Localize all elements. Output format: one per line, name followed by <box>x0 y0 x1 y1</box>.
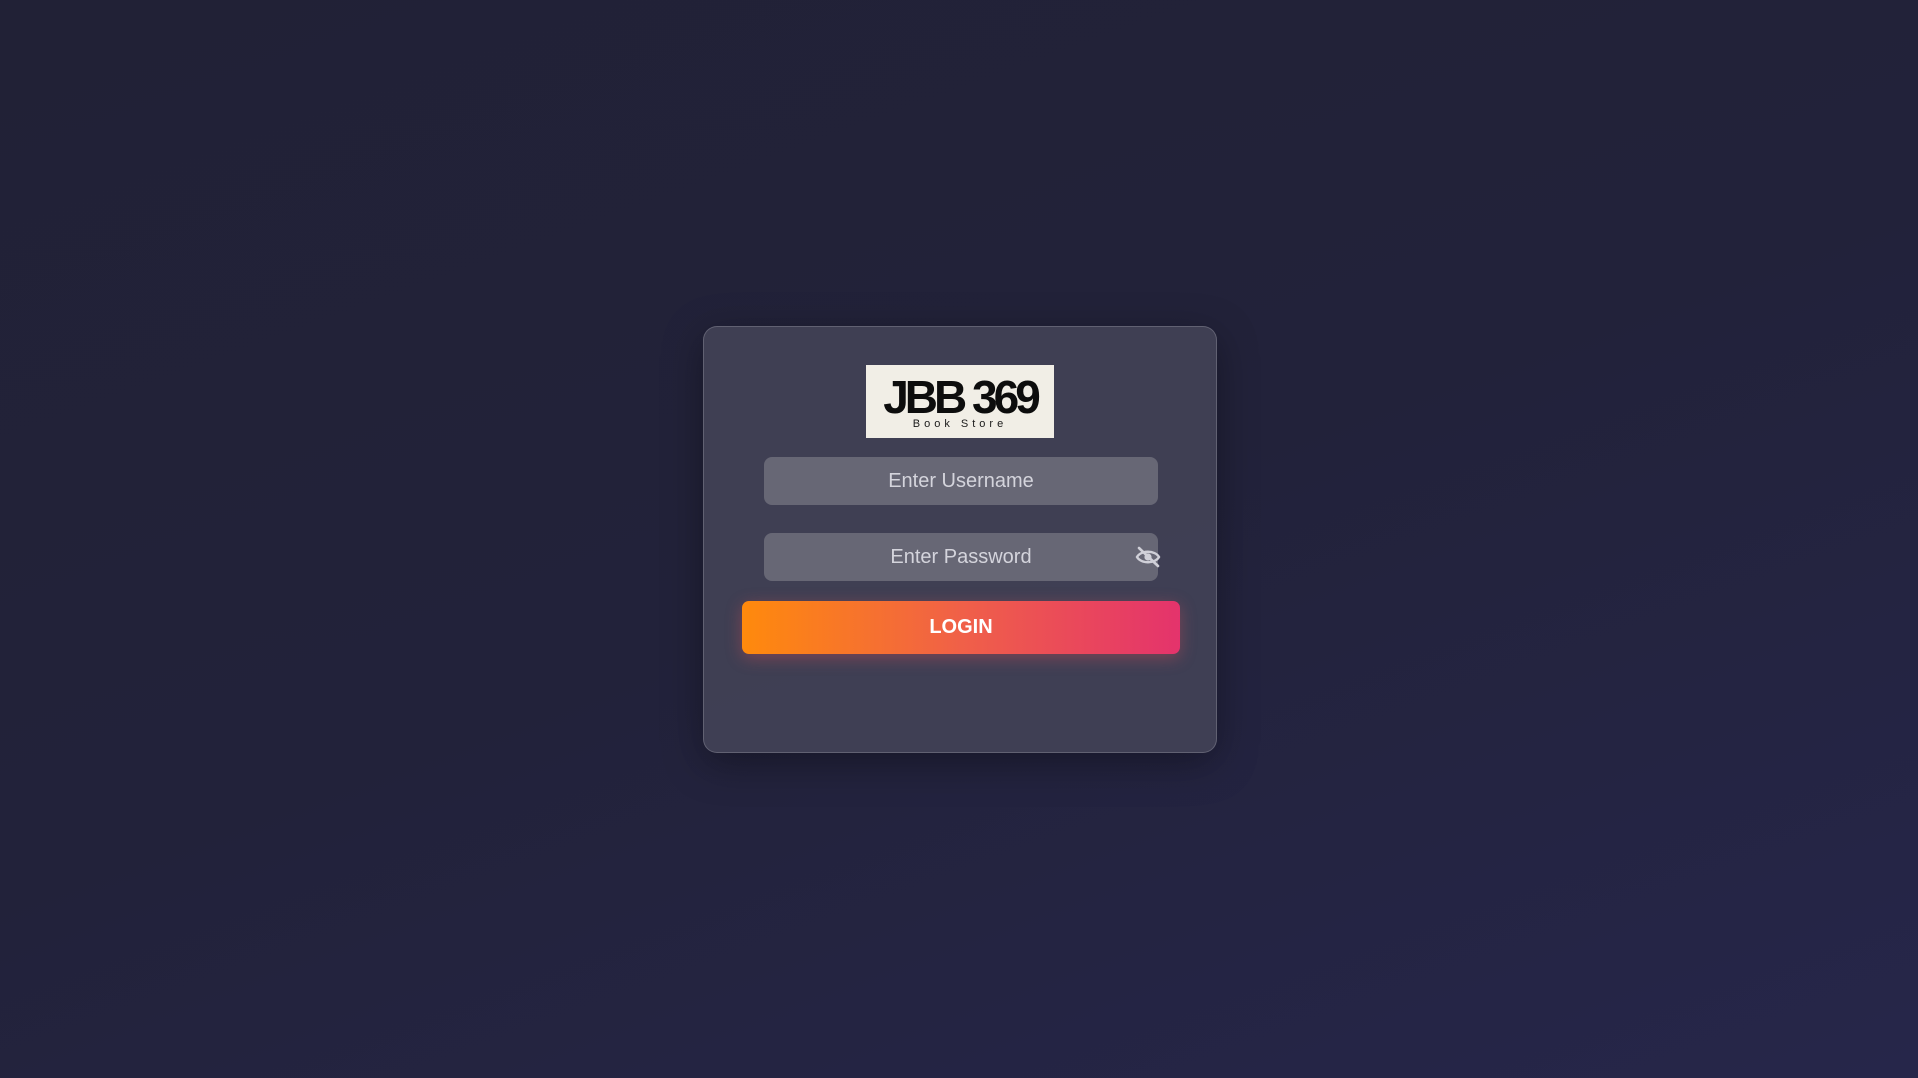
login-button[interactable]: LOGIN <box>742 601 1180 654</box>
username-input[interactable] <box>764 457 1158 505</box>
username-field <box>764 457 1158 505</box>
password-input[interactable] <box>764 533 1158 581</box>
eye-slash-icon[interactable] <box>1134 545 1162 569</box>
login-card: JBB 369 Book Store LOGIN <box>703 326 1217 753</box>
password-field <box>764 533 1161 581</box>
logo-main-text: JBB 369 <box>883 371 1041 423</box>
logo-sub-text: Book Store <box>912 418 1008 430</box>
store-logo: JBB 369 Book Store <box>866 365 1054 438</box>
